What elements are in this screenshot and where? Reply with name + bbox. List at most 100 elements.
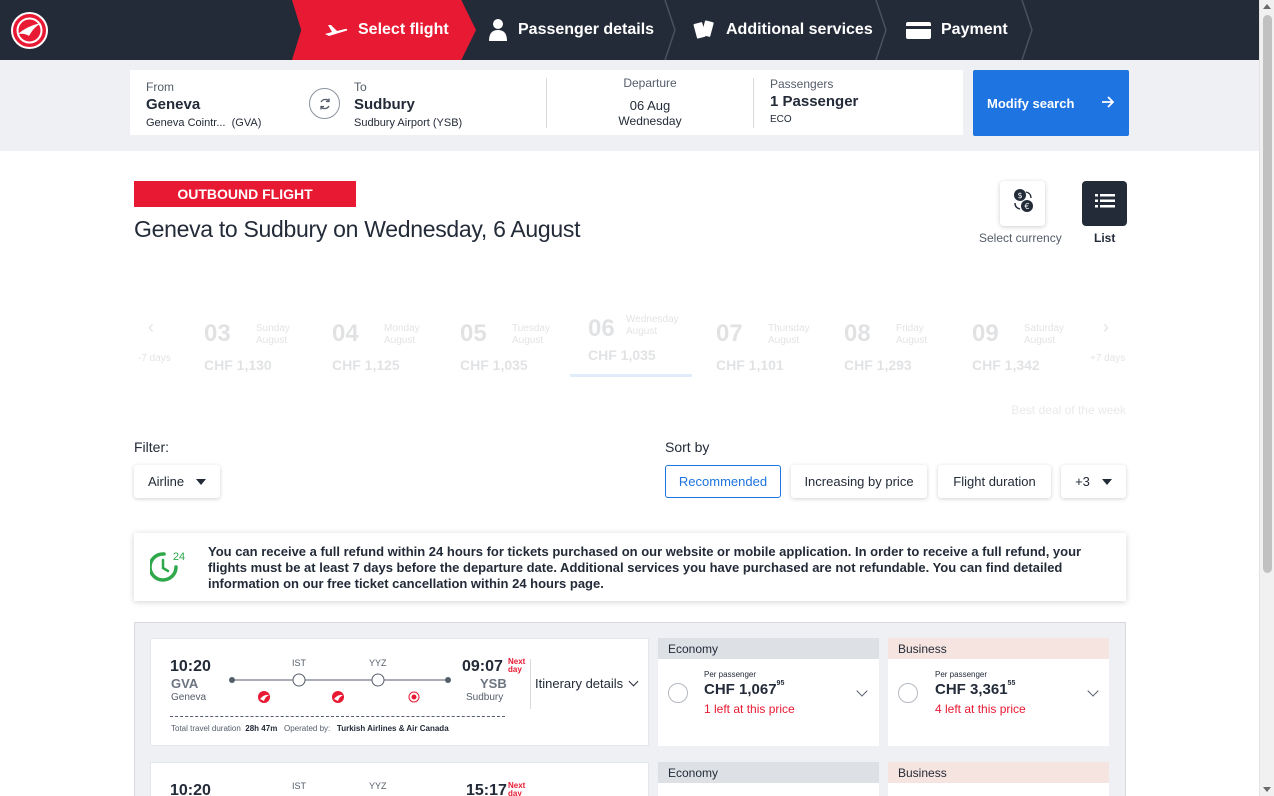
date-option[interactable]: 09 Saturday August CHF 1,342 [972, 310, 1092, 380]
arrival-time: 09:07 [462, 658, 503, 675]
next-day-indicator: Next day [508, 781, 526, 796]
refund-info-banner: 24 You can receive a full refund within … [134, 533, 1126, 601]
economy-fare-card[interactable]: Economy [658, 762, 879, 796]
itinerary-details-toggle[interactable]: Itinerary details [535, 676, 639, 691]
scroll-up-arrow-icon[interactable] [1263, 4, 1271, 9]
refund-info-text: You can receive a full refund within 24 … [208, 544, 1082, 591]
modify-search-button[interactable]: Modify search [973, 70, 1129, 136]
arrival-airport-code: YSB [480, 676, 507, 691]
business-seats-left: 4 left at this price [935, 702, 1026, 716]
business-price: CHF 3,36155 [935, 680, 1016, 698]
business-fare-card[interactable]: Business [888, 762, 1109, 796]
passengers-field[interactable]: Passengers 1 Passenger ECO [770, 77, 950, 142]
economy-header: Economy [658, 638, 879, 659]
step-label: Additional services [726, 21, 873, 38]
currency-exchange-icon: $ € [1012, 188, 1034, 219]
svg-text:24: 24 [173, 551, 185, 563]
stop-code-yyz: YYZ [369, 781, 387, 791]
select-currency-label: Select currency [979, 231, 1062, 245]
date-option[interactable]: 03 Sunday August CHF 1,130 [204, 310, 324, 380]
arrow-right-icon [1101, 95, 1115, 111]
flight-route-diagram [229, 673, 451, 703]
list-view-label: List [1094, 231, 1116, 245]
business-header: Business [888, 762, 1109, 783]
divider [546, 78, 547, 128]
date-option[interactable]: 07 Thursday August CHF 1,101 [716, 310, 836, 380]
to-field[interactable]: To Sudbury Sudbury Airport (YSB) [354, 80, 534, 145]
sort-more-dropdown[interactable]: +3 [1061, 465, 1126, 498]
step-additional-services[interactable]: Additional services [692, 0, 873, 60]
outbound-flight-tag: OUTBOUND FLIGHT [134, 181, 356, 207]
prev-week-label[interactable]: -7 days [138, 353, 171, 364]
caret-down-icon [196, 478, 207, 485]
step-passenger-details[interactable]: Passenger details [488, 0, 654, 60]
date-option[interactable]: 05 Tuesday August CHF 1,035 [460, 310, 580, 380]
economy-seats-left: 1 left at this price [704, 702, 795, 716]
to-label: To [354, 80, 367, 94]
next-day-indicator: Next day [508, 657, 526, 674]
from-field[interactable]: From Geneva Geneva Cointr... (GVA) [146, 80, 316, 145]
chevron-down-icon [628, 676, 639, 687]
sort-recommended-button[interactable]: Recommended [665, 465, 781, 498]
swap-airports-icon[interactable] [309, 88, 340, 119]
from-city: Geneva [146, 96, 201, 113]
stop-code-ist: IST [292, 781, 307, 791]
chevron-left-icon[interactable]: ‹ [148, 317, 154, 338]
date-option-selected[interactable]: 06 Wednesday August CHF 1,035 [570, 305, 692, 377]
departure-field[interactable]: Departure 06 Aug Wednesday [550, 76, 750, 141]
svg-text:€: € [1024, 202, 1029, 211]
flight-meta: Total travel duration 28h 47m Operated b… [171, 724, 449, 733]
sort-duration-button[interactable]: Flight duration [938, 465, 1051, 498]
credit-card-icon [906, 21, 931, 39]
to-city: Sudbury [354, 96, 415, 113]
list-icon [1094, 193, 1115, 214]
date-option[interactable]: 08 Friday August CHF 1,293 [844, 310, 964, 380]
stop-code-ist: IST [292, 658, 307, 668]
step-label: Select flight [358, 21, 449, 38]
from-label: From [146, 80, 174, 94]
airline-filter-label: Airline [147, 474, 185, 489]
chevron-right-icon[interactable]: › [1103, 317, 1109, 338]
scroll-thumb[interactable] [1263, 15, 1272, 573]
departure-city: Geneva [171, 692, 207, 703]
svg-text:$: $ [1017, 191, 1022, 200]
next-week-label[interactable]: +7 days [1090, 353, 1125, 364]
cabin-class: ECO [770, 114, 792, 125]
departure-weekday: Wednesday [618, 114, 682, 128]
page-title: Geneva to Sudbury on Wednesday, 6 August [134, 216, 581, 242]
page-scrollbar[interactable] [1259, 0, 1274, 796]
scroll-down-arrow-icon[interactable] [1263, 787, 1271, 792]
divider [170, 716, 505, 717]
passengers-label: Passengers [770, 77, 834, 91]
airline-filter-dropdown[interactable]: Airline [134, 465, 220, 498]
select-currency-button[interactable]: $ € [1000, 181, 1045, 226]
to-airport: Sudbury Airport (YSB) [354, 117, 463, 129]
departure-label: Departure [623, 76, 677, 90]
list-view-button[interactable] [1082, 181, 1127, 226]
modify-search-label: Modify search [987, 95, 1075, 111]
date-price-strip: ‹ -7 days 03 Sunday August CHF 1,130 04 M… [130, 305, 1130, 425]
departure-airport-code: GVA [171, 676, 199, 691]
departure-time: 10:20 [170, 658, 211, 675]
business-header: Business [888, 638, 1109, 659]
economy-header: Economy [658, 762, 879, 783]
departure-time: 10:20 [170, 782, 211, 796]
step-divider [1021, 0, 1033, 60]
step-select-flight[interactable]: Select flight [292, 0, 476, 60]
date-option[interactable]: 04 Monday August CHF 1,125 [332, 310, 452, 380]
flight-summary-card[interactable] [150, 762, 649, 796]
divider [753, 78, 754, 128]
step-label: Passenger details [518, 21, 655, 38]
airline-logo[interactable] [11, 12, 48, 49]
step-payment[interactable]: Payment [906, 0, 1008, 60]
passenger-count: 1 Passenger [770, 93, 859, 110]
arrival-city: Sudbury [466, 692, 504, 703]
economy-radio[interactable] [668, 683, 688, 703]
business-radio[interactable] [898, 683, 918, 703]
sort-price-button[interactable]: Increasing by price [791, 465, 927, 498]
sort-label: Sort by [665, 439, 710, 455]
best-deal-label: Best deal of the week [1011, 403, 1126, 417]
from-airport: Geneva Cointr... (GVA) [146, 117, 262, 129]
departure-date: 06 Aug [629, 98, 671, 113]
person-icon [488, 18, 508, 42]
